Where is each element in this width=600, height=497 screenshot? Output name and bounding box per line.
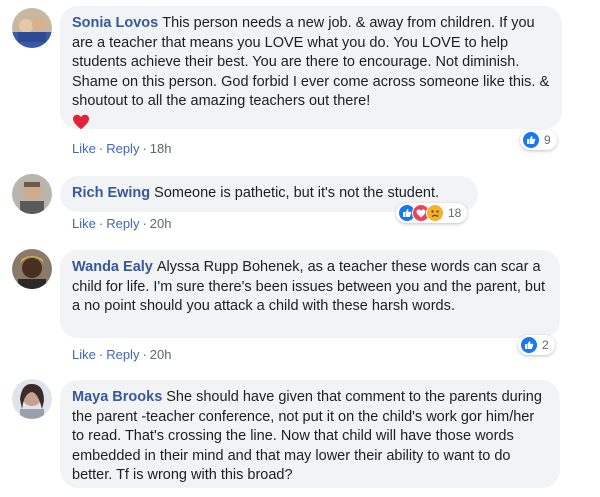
heart-emoji-icon (72, 114, 90, 137)
timestamp[interactable]: 20h (150, 347, 172, 362)
comment-bubble: Sonia Lovos This person needs a new job. … (60, 6, 562, 129)
like-link[interactable]: Like (72, 347, 96, 362)
reaction-summary[interactable]: 9 (520, 130, 557, 150)
timestamp[interactable]: 20h (150, 216, 172, 231)
separator: · (98, 347, 104, 362)
reply-link[interactable]: Reply (106, 141, 139, 156)
comment-text: Someone is pathetic, but it's not the st… (154, 185, 440, 201)
comment-author[interactable]: Rich Ewing (72, 185, 150, 201)
separator: · (142, 141, 147, 156)
like-link[interactable]: Like (72, 216, 96, 231)
like-reaction-icon (522, 131, 540, 149)
reaction-summary[interactable]: 2 (518, 335, 555, 355)
avatar[interactable] (12, 249, 52, 289)
comment-author[interactable]: Maya Brooks (72, 389, 162, 405)
reply-link[interactable]: Reply (106, 347, 139, 362)
reaction-count: 9 (544, 133, 551, 147)
comment-actions: Like · Reply · 18h (72, 141, 172, 156)
avatar[interactable] (12, 379, 52, 419)
timestamp[interactable]: 18h (150, 141, 172, 156)
comment-bubble: Maya Brooks She should have given that co… (60, 380, 560, 488)
separator: · (142, 347, 147, 362)
comment-author[interactable]: Sonia Lovos (72, 15, 158, 31)
separator: · (142, 216, 147, 231)
comment-bubble: Wanda Ealy Alyssa Rupp Bohenek, as a teac… (60, 250, 560, 338)
comment-actions: Like · Reply · 20h (72, 347, 172, 362)
sad-reaction-icon (426, 204, 444, 222)
reaction-count: 18 (448, 206, 462, 220)
reaction-summary[interactable]: 18 (396, 203, 468, 223)
like-reaction-icon (520, 336, 538, 354)
separator: · (98, 216, 104, 231)
separator: · (98, 141, 104, 156)
avatar[interactable] (12, 8, 52, 48)
reply-link[interactable]: Reply (106, 216, 139, 231)
like-link[interactable]: Like (72, 141, 96, 156)
comment-actions: Like · Reply · 20h (72, 216, 172, 231)
avatar[interactable] (12, 174, 52, 214)
reaction-count: 2 (542, 338, 549, 352)
comment-author[interactable]: Wanda Ealy (72, 259, 153, 275)
